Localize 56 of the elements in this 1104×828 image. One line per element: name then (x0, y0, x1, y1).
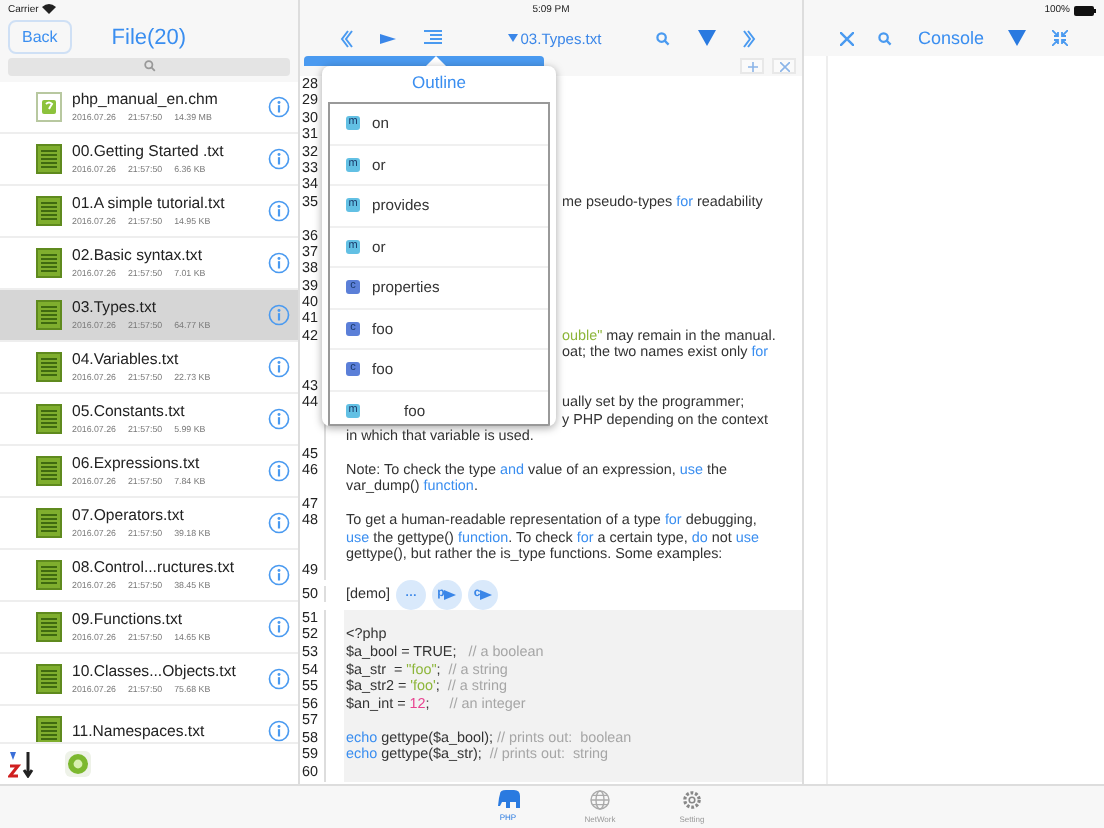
document-icon (35, 91, 61, 122)
close-tab-button[interactable] (772, 58, 796, 74)
text-file-icon (35, 559, 61, 590)
search-icon[interactable] (878, 31, 893, 45)
popup-title: Outline (412, 70, 466, 96)
next-icon[interactable] (741, 29, 756, 47)
info-icon[interactable] (268, 719, 290, 742)
panel-title: File(20) (111, 25, 187, 50)
info-icon[interactable] (268, 251, 290, 274)
collapse-icon[interactable] (1051, 30, 1068, 46)
previous-icon[interactable] (340, 29, 354, 47)
close-icon[interactable] (840, 31, 854, 45)
info-icon[interactable] (268, 667, 290, 690)
play-icon (444, 589, 457, 600)
text-file-icon (35, 299, 61, 330)
wifi-icon (42, 4, 57, 15)
sort-icon[interactable] (8, 750, 36, 779)
search-field[interactable] (8, 57, 290, 76)
battery-icon (1074, 5, 1096, 15)
search-icon (143, 60, 155, 73)
dropdown-icon[interactable] (1008, 30, 1027, 46)
info-icon[interactable] (268, 563, 290, 586)
info-icon[interactable] (268, 147, 290, 170)
settings-icon (682, 790, 702, 810)
info-icon[interactable] (268, 199, 290, 222)
text-file-icon (35, 351, 61, 382)
search-icon[interactable] (656, 31, 671, 45)
text-file-icon (35, 455, 61, 486)
close-icon (779, 61, 789, 71)
text-file-icon (35, 247, 61, 278)
plus-icon (747, 61, 757, 71)
info-icon[interactable] (268, 511, 290, 534)
add-tab-button[interactable] (740, 58, 764, 74)
info-icon[interactable] (268, 615, 290, 638)
caret-icon (508, 34, 519, 42)
info-icon[interactable] (268, 355, 290, 378)
outline-icon[interactable] (423, 30, 442, 46)
dropdown-icon[interactable] (697, 30, 716, 46)
text-file-icon (35, 143, 61, 174)
info-icon[interactable] (268, 303, 290, 326)
console-title: Console (917, 28, 984, 48)
text-file-icon (35, 715, 61, 743)
info-icon[interactable] (268, 95, 290, 118)
text-file-icon (35, 507, 61, 538)
disc-icon[interactable] (64, 750, 92, 779)
text-file-icon (35, 195, 61, 226)
file-tab[interactable] (304, 56, 544, 66)
text-file-icon (35, 403, 61, 434)
elephant-icon (497, 790, 519, 808)
text-file-icon (35, 611, 61, 642)
text-file-icon (35, 663, 61, 694)
info-icon[interactable] (268, 459, 290, 482)
globe-icon (590, 790, 610, 810)
info-icon[interactable] (268, 407, 290, 430)
play-icon (480, 589, 493, 600)
play-icon[interactable] (380, 31, 397, 45)
